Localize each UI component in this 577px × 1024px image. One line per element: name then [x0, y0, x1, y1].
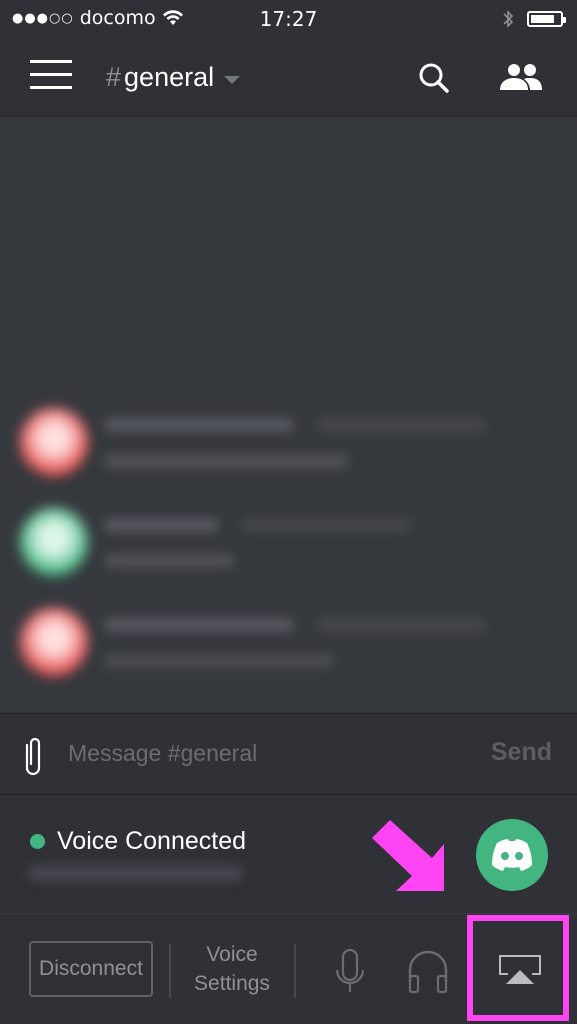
- status-bar: ●●●○○ docomo 17:27: [0, 0, 577, 40]
- divider: [169, 944, 171, 998]
- voice-status-label: Voice Connected: [57, 827, 247, 855]
- author-blurred: [104, 418, 294, 432]
- timestamp-blurred: [241, 518, 411, 532]
- content-blurred: [104, 654, 334, 668]
- message-composer: Message #general Send: [0, 713, 577, 795]
- paperclip-icon[interactable]: [22, 734, 48, 776]
- divider: [294, 944, 296, 998]
- timestamp-blurred: [316, 618, 486, 632]
- channel-hash: #: [106, 62, 122, 92]
- avatar: [20, 408, 88, 476]
- voice-settings-line1: Voice: [206, 943, 258, 966]
- bluetooth-icon: [503, 10, 514, 28]
- voice-status: Voice Connected: [30, 827, 246, 856]
- message-item: [16, 504, 556, 584]
- message-item: [16, 404, 556, 484]
- annotation-highlight: [467, 915, 569, 1021]
- author-blurred: [104, 618, 294, 632]
- message-input[interactable]: Message #general: [68, 740, 257, 767]
- battery-icon: [527, 11, 566, 27]
- author-blurred: [104, 518, 219, 532]
- channel-name: general: [124, 62, 215, 92]
- annotation-arrow: [372, 820, 444, 891]
- microphone-icon[interactable]: [326, 944, 374, 1000]
- search-icon[interactable]: [414, 58, 454, 98]
- content-blurred: [104, 554, 234, 568]
- timestamp-blurred: [316, 418, 486, 432]
- message-list[interactable]: [0, 117, 577, 712]
- avatar: [20, 608, 88, 676]
- members-icon[interactable]: [498, 58, 544, 98]
- discord-logo-icon[interactable]: [476, 819, 548, 891]
- menu-icon[interactable]: [30, 60, 72, 92]
- voice-settings-button[interactable]: Voice Settings: [175, 940, 289, 998]
- content-blurred: [104, 454, 349, 468]
- headphones-icon[interactable]: [404, 944, 452, 1000]
- disconnect-button[interactable]: Disconnect: [29, 941, 153, 997]
- send-button[interactable]: Send: [491, 738, 552, 767]
- message-item: [16, 604, 556, 684]
- voice-panel: Voice Connected: [0, 795, 577, 915]
- connected-indicator: [30, 834, 45, 849]
- chevron-down-icon: [224, 75, 241, 84]
- channel-title[interactable]: # general: [106, 62, 241, 93]
- voice-channel-blurred: [28, 865, 243, 881]
- avatar: [20, 508, 88, 576]
- channel-header: # general: [0, 40, 577, 117]
- voice-settings-line2: Settings: [194, 972, 270, 995]
- clock: 17:27: [259, 7, 318, 31]
